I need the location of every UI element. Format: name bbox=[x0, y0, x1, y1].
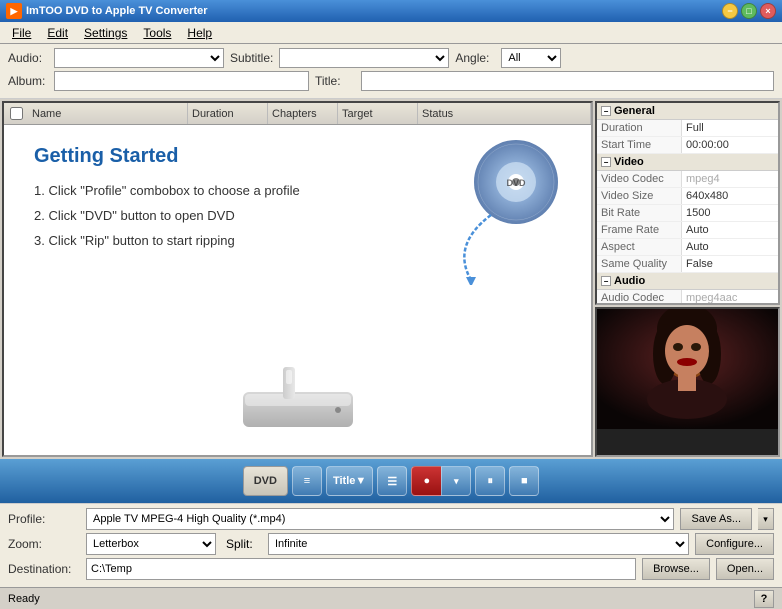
profile-row: Profile: Apple TV MPEG-4 High Quality (*… bbox=[8, 508, 774, 530]
general-collapse[interactable]: − bbox=[601, 106, 611, 116]
prop-audio-codec: Audio Codec mpeg4aac bbox=[597, 290, 778, 305]
angle-label: Angle: bbox=[455, 51, 495, 65]
zoom-label: Zoom: bbox=[8, 537, 80, 551]
audio-label: Audio: bbox=[8, 51, 48, 65]
album-label: Album: bbox=[8, 74, 48, 88]
profile-label: Profile: bbox=[8, 512, 80, 526]
configure-button[interactable]: Configure... bbox=[695, 533, 774, 555]
minimize-button[interactable]: − bbox=[722, 3, 738, 19]
title-bar: ▶ ImTOO DVD to Apple TV Converter − □ × bbox=[0, 0, 782, 22]
audio-section-header: − Audio bbox=[597, 273, 778, 290]
menu-button[interactable]: ≡ bbox=[292, 466, 322, 496]
right-panel: − General Duration Full Start Time 00:00… bbox=[595, 101, 780, 457]
imtoo-icon: ▶ bbox=[6, 3, 22, 19]
menu-settings[interactable]: Settings bbox=[76, 24, 135, 42]
status-text: Ready bbox=[8, 593, 40, 605]
menu-edit[interactable]: Edit bbox=[39, 24, 76, 42]
zoom-select[interactable]: Letterbox bbox=[86, 533, 216, 555]
destination-label: Destination: bbox=[8, 562, 80, 576]
prop-same-quality: Same Quality False bbox=[597, 256, 778, 273]
subtitle-label: Subtitle: bbox=[230, 51, 273, 65]
arrow-illustration bbox=[441, 205, 501, 288]
col-duration: Duration bbox=[188, 103, 268, 124]
destination-input[interactable] bbox=[86, 558, 636, 580]
menu-tools[interactable]: Tools bbox=[135, 24, 179, 42]
record-dropdown[interactable]: ▾ bbox=[441, 466, 471, 496]
prop-video-codec: Video Codec mpeg4 bbox=[597, 171, 778, 188]
split-select[interactable]: Infinite bbox=[268, 533, 689, 555]
general-section-header: − General bbox=[597, 103, 778, 120]
table-header: Name Duration Chapters Target Status bbox=[4, 103, 591, 125]
list-button[interactable]: ☰ bbox=[377, 466, 407, 496]
title-button[interactable]: Title▼ bbox=[326, 466, 373, 496]
prop-duration: Duration Full bbox=[597, 120, 778, 137]
col-target: Target bbox=[338, 103, 418, 124]
col-chapters: Chapters bbox=[268, 103, 338, 124]
menu-bar: File Edit Settings Tools Help bbox=[0, 22, 782, 44]
content-area: Name Duration Chapters Target Status Get… bbox=[2, 101, 593, 457]
save-as-button[interactable]: Save As... bbox=[680, 508, 752, 530]
select-all-checkbox[interactable] bbox=[10, 107, 23, 120]
zoom-split-row: Zoom: Letterbox Split: Infinite Configur… bbox=[8, 533, 774, 555]
subtitle-select[interactable] bbox=[279, 48, 449, 68]
split-label: Split: bbox=[222, 537, 262, 551]
video-collapse[interactable]: − bbox=[601, 157, 611, 167]
dvd-button[interactable]: DVD bbox=[243, 466, 288, 496]
bottom-controls: Profile: Apple TV MPEG-4 High Quality (*… bbox=[0, 503, 782, 587]
app-title: ImTOO DVD to Apple TV Converter bbox=[26, 5, 722, 17]
properties-panel: − General Duration Full Start Time 00:00… bbox=[595, 101, 780, 305]
prop-frame-rate: Frame Rate Auto bbox=[597, 222, 778, 239]
transport-bar: 00:00:00 00:00:00 00:00:00 ⏮ ⏭ ▶ ⏪ ⏩ ↺ bbox=[597, 455, 778, 457]
open-button[interactable]: Open... bbox=[716, 558, 774, 580]
audio-collapse[interactable]: − bbox=[601, 276, 611, 286]
title-input[interactable] bbox=[361, 71, 774, 91]
col-name: Name bbox=[28, 103, 188, 124]
appletv-illustration bbox=[218, 362, 378, 445]
title-label: Title: bbox=[315, 74, 355, 88]
save-as-dropdown[interactable]: ▾ bbox=[758, 508, 774, 530]
prop-start-time: Start Time 00:00:00 bbox=[597, 137, 778, 154]
help-button[interactable]: ? bbox=[754, 590, 774, 608]
preview-image bbox=[597, 309, 778, 455]
profile-select[interactable]: Apple TV MPEG-4 High Quality (*.mp4) bbox=[86, 508, 674, 530]
getting-started-area: Getting Started 1. Click "Profile" combo… bbox=[4, 125, 591, 455]
angle-select[interactable]: All bbox=[501, 48, 561, 68]
record-button[interactable]: ● bbox=[411, 466, 441, 496]
video-section-header: − Video bbox=[597, 154, 778, 171]
pause-button[interactable]: ⏸ bbox=[475, 466, 505, 496]
menu-help[interactable]: Help bbox=[179, 24, 220, 42]
stop-button[interactable]: ■ bbox=[509, 466, 539, 496]
main-layout: Name Duration Chapters Target Status Get… bbox=[0, 99, 782, 459]
top-controls: Audio: Subtitle: Angle: All Album: Title… bbox=[0, 44, 782, 99]
close-button[interactable]: × bbox=[760, 3, 776, 19]
bottom-toolbar: DVD ≡ Title▼ ☰ ● ▾ ⏸ ■ bbox=[0, 459, 782, 503]
prop-video-size: Video Size 640x480 bbox=[597, 188, 778, 205]
svg-text:DVD: DVD bbox=[506, 178, 526, 188]
col-status: Status bbox=[418, 103, 591, 124]
destination-row: Destination: Browse... Open... bbox=[8, 558, 774, 580]
audio-select[interactable] bbox=[54, 48, 224, 68]
prop-aspect: Aspect Auto bbox=[597, 239, 778, 256]
menu-file[interactable]: File bbox=[4, 24, 39, 42]
album-input[interactable] bbox=[54, 71, 309, 91]
preview-panel: 00:00:00 00:00:00 00:00:00 ⏮ ⏭ ▶ ⏪ ⏩ ↺ bbox=[595, 307, 780, 457]
maximize-button[interactable]: □ bbox=[741, 3, 757, 19]
prop-bit-rate: Bit Rate 1500 bbox=[597, 205, 778, 222]
browse-button[interactable]: Browse... bbox=[642, 558, 710, 580]
status-bar: Ready ? bbox=[0, 587, 782, 609]
